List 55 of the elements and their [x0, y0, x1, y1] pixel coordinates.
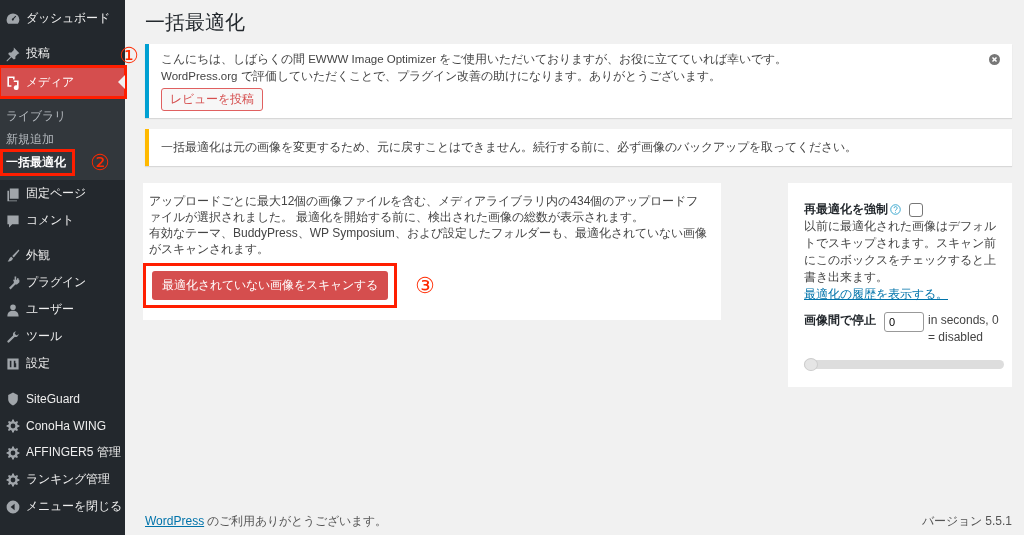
force-label: 再最適化を強制 — [804, 201, 888, 218]
sidebar-item[interactable]: ダッシュボード — [0, 5, 125, 32]
sidebar-item[interactable]: ランキング管理 — [0, 466, 125, 493]
submenu-item[interactable]: ライブラリ — [0, 106, 72, 127]
submenu-item[interactable]: 新規追加 — [0, 129, 60, 150]
help-icon[interactable] — [890, 204, 901, 215]
delay-label: 画像間で停止 — [804, 312, 876, 329]
media-icon — [5, 74, 21, 90]
collapse-icon — [5, 498, 21, 515]
page-title: 一括最適化 — [145, 10, 246, 35]
sidebar-item[interactable]: ConoHa WING — [0, 412, 125, 439]
force-checkbox[interactable] — [909, 202, 923, 217]
sidebar-item[interactable]: 外観 — [0, 242, 125, 269]
comment-icon — [5, 212, 21, 229]
close-icon[interactable] — [989, 54, 1000, 65]
sidebar-item[interactable]: 固定ページ — [0, 180, 125, 207]
user-icon — [5, 301, 21, 318]
notice-text: 一括最適化は元の画像を変更するため、元に戻すことはできません。続行する前に、必ず画像のバックアップを取ってください。 — [161, 140, 858, 156]
sidebar-item[interactable]: コメント — [0, 207, 125, 234]
pages-icon — [5, 185, 21, 202]
sidebar-item[interactable]: プラグイン — [0, 269, 125, 296]
version-text: バージョン 5.5.1 — [921, 513, 1012, 530]
notice-text: こんにちは、しばらくの間 EWWW Image Optimizer をご使用いただいておりますが、お役に立てていれば幸いです。 — [161, 52, 789, 67]
delay-slider[interactable] — [804, 360, 1004, 369]
footer-text: WordPress のご利用ありがとうございます。 — [145, 513, 388, 530]
sidebar-item[interactable]: ユーザー — [0, 296, 125, 323]
scan-description: 有効なテーマ、BuddyPress、WP Symposium、および設定したフォルダーも、最適化されていない画像がスキャンされます。 — [149, 225, 708, 257]
step-number: ③ — [415, 274, 435, 297]
sidebar-item[interactable]: メニューを閉じる — [0, 493, 125, 520]
current-pointer — [118, 75, 125, 89]
scan-description: アップロードごとに最大12個の画像ファイルを含む、メディアライブラリ内の434個のアップロードファイルが選択されました。 最適化を開始する前に、検出された画像の総数が表示されます。 — [149, 193, 700, 225]
submenu-item[interactable]: 一括最適化 — [3, 152, 72, 173]
pin-icon — [5, 45, 21, 62]
sidebar-item[interactable]: ツール — [0, 323, 125, 350]
dashboard-icon — [5, 10, 21, 27]
gear-icon — [5, 417, 21, 434]
scan-button[interactable]: 最適化されていない画像をスキャンする — [152, 271, 388, 300]
brush-icon — [5, 247, 21, 264]
wordpress-link[interactable]: WordPress — [145, 514, 205, 528]
sidebar-item[interactable]: 設定 — [0, 350, 125, 377]
step-number: ② — [90, 151, 110, 174]
delay-input[interactable]: 0 — [884, 312, 924, 332]
settings-icon — [5, 355, 21, 372]
sidebar-item[interactable]: メディア — [0, 67, 125, 97]
history-link[interactable]: 最適化の履歴を表示する。 — [804, 287, 948, 301]
slider-thumb[interactable] — [804, 358, 818, 371]
delay-hint: in seconds, 0 = disabled — [928, 312, 1000, 346]
force-description: 以前に最適化された画像はデフォルトでスキップされます。スキャン前にこのボックスをチェックすると上書き出来ます。 最適化の履歴を表示する。 — [804, 218, 997, 303]
sidebar-item[interactable]: SiteGuard — [0, 385, 125, 412]
review-button[interactable]: レビューを投稿 — [161, 88, 263, 111]
sidebar-item[interactable]: AFFINGER5 管理 — [0, 439, 125, 466]
notice-text: WordPress.org で評価していただくことで、プラグイン改善の助けになります。ありがとうございます。 — [161, 69, 722, 85]
gear-icon — [5, 444, 21, 461]
gear-icon — [5, 471, 21, 488]
shield-icon — [5, 390, 21, 407]
